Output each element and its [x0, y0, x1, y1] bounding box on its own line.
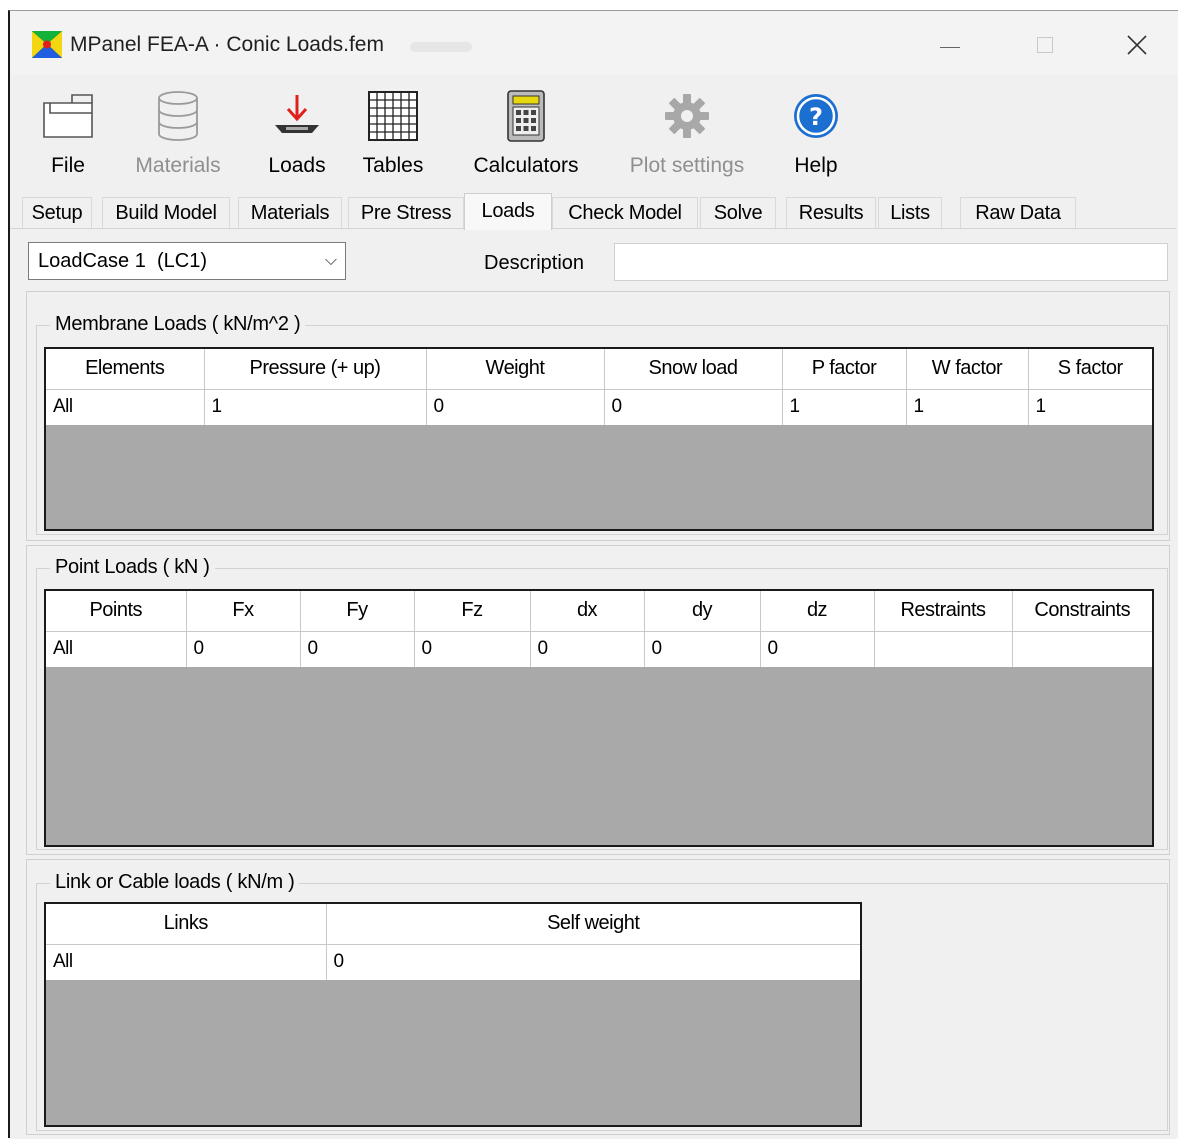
- table-cell[interactable]: 1: [906, 389, 1029, 425]
- column-header[interactable]: dz: [760, 591, 875, 632]
- table-cell[interactable]: 0: [644, 631, 761, 667]
- link-header-row: Links Self weight: [46, 904, 860, 945]
- table-cell[interactable]: 0: [604, 389, 783, 425]
- tab-pre-stress[interactable]: Pre Stress: [348, 197, 464, 229]
- loads-arrow-icon: [275, 95, 319, 133]
- tab-build-model[interactable]: Build Model: [102, 197, 230, 229]
- table-cell[interactable]: 1: [1028, 389, 1152, 425]
- link-grid[interactable]: Links Self weight All 0: [44, 902, 862, 1127]
- tab-lists[interactable]: Lists: [878, 197, 942, 229]
- column-header[interactable]: Points: [46, 591, 187, 632]
- help-label: Help: [794, 154, 838, 177]
- table-cell[interactable]: 0: [414, 631, 531, 667]
- svg-text:?: ?: [809, 103, 823, 131]
- tab-solve[interactable]: Solve: [700, 197, 776, 229]
- tab-results[interactable]: Results: [786, 197, 876, 229]
- point-grid[interactable]: Points Fx Fy Fz dx dy dz Restraints Cons…: [44, 589, 1154, 847]
- table-cell[interactable]: All: [46, 944, 327, 980]
- column-header[interactable]: W factor: [906, 349, 1029, 390]
- loadcase-value: LoadCase 1 (LC1): [38, 250, 207, 272]
- description-input[interactable]: [614, 243, 1168, 281]
- gear-icon: [665, 94, 709, 138]
- app-logo-icon: [32, 31, 62, 58]
- table-cell[interactable]: 0: [186, 631, 301, 667]
- column-header[interactable]: Fz: [414, 591, 531, 632]
- folder-icon: [43, 94, 93, 138]
- app-window: MPanel FEA-A · Conic Loads.fem File Mate…: [8, 10, 1178, 1139]
- point-header-row: Points Fx Fy Fz dx dy dz Restraints Cons…: [46, 591, 1152, 632]
- calculator-icon: [507, 90, 545, 142]
- table-cell[interactable]: 0: [300, 631, 415, 667]
- table-cell[interactable]: 0: [530, 631, 645, 667]
- column-header[interactable]: P factor: [782, 349, 907, 390]
- tab-check-model[interactable]: Check Model: [552, 197, 698, 229]
- column-header[interactable]: Elements: [46, 349, 205, 390]
- database-icon: [158, 91, 198, 141]
- calculators-button[interactable]: Calculators: [466, 87, 586, 178]
- table-row: All 0 0 0 0 0 0: [46, 631, 1152, 667]
- plot-settings-label: Plot settings: [629, 154, 745, 177]
- help-question-icon: ?: [794, 94, 838, 138]
- file-label: File: [51, 154, 85, 177]
- title-bar: MPanel FEA-A · Conic Loads.fem: [10, 11, 1178, 75]
- loads-label: Loads: [268, 154, 326, 177]
- tab-raw-data[interactable]: Raw Data: [960, 197, 1076, 229]
- point-group-title: Point Loads ( kN ): [50, 556, 215, 579]
- plot-settings-button[interactable]: Plot settings: [622, 87, 752, 178]
- column-header[interactable]: Constraints: [1012, 591, 1152, 632]
- table-row: All 1 0 0 1 1 1: [46, 389, 1152, 425]
- close-button[interactable]: [1117, 27, 1157, 63]
- close-icon: [1127, 35, 1147, 55]
- table-row: All 0: [46, 944, 860, 980]
- tab-setup[interactable]: Setup: [22, 197, 92, 229]
- loads-page: LoadCase 1 (LC1) ⌵ Description Membrane …: [10, 228, 1176, 1139]
- loadcase-select[interactable]: LoadCase 1 (LC1) ⌵: [28, 242, 346, 280]
- column-header[interactable]: Fy: [300, 591, 415, 632]
- tab-loads[interactable]: Loads: [464, 193, 552, 230]
- table-cell[interactable]: 1: [204, 389, 427, 425]
- tables-label: Tables: [362, 154, 424, 177]
- table-cell[interactable]: [874, 631, 1013, 667]
- membrane-group-title: Membrane Loads ( kN/m^2 ): [50, 313, 306, 336]
- chevron-down-icon: ⌵: [324, 252, 337, 269]
- column-header[interactable]: Weight: [426, 349, 605, 390]
- calculators-label: Calculators: [473, 154, 579, 177]
- maximize-button[interactable]: [1025, 27, 1065, 63]
- tab-strip: Setup Build Model Materials Pre Stress L…: [10, 193, 1178, 230]
- column-header[interactable]: Snow load: [604, 349, 783, 390]
- tab-materials[interactable]: Materials: [238, 197, 342, 229]
- column-header[interactable]: Pressure (+ up): [204, 349, 427, 390]
- membrane-grid[interactable]: Elements Pressure (+ up) Weight Snow loa…: [44, 347, 1154, 531]
- loads-button[interactable]: Loads: [262, 87, 332, 178]
- column-header[interactable]: dy: [644, 591, 761, 632]
- table-cell[interactable]: [1012, 631, 1152, 667]
- column-header[interactable]: Self weight: [326, 904, 860, 945]
- column-header[interactable]: S factor: [1028, 349, 1152, 390]
- membrane-header-row: Elements Pressure (+ up) Weight Snow loa…: [46, 349, 1152, 390]
- tables-button[interactable]: Tables: [358, 87, 428, 178]
- main-toolbar: File Materials Loads Tables Calculators …: [10, 75, 1178, 193]
- materials-label: Materials: [135, 154, 221, 177]
- column-header[interactable]: Restraints: [874, 591, 1013, 632]
- help-button[interactable]: ? Help: [788, 87, 844, 178]
- title-blur-decoration: [410, 42, 472, 52]
- maximize-icon: [1037, 37, 1053, 53]
- column-header[interactable]: dx: [530, 591, 645, 632]
- description-label: Description: [484, 252, 585, 274]
- table-cell[interactable]: 0: [760, 631, 875, 667]
- table-cell[interactable]: 0: [326, 944, 860, 980]
- minimize-icon: [940, 46, 960, 48]
- link-group-title: Link or Cable loads ( kN/m ): [50, 871, 300, 894]
- table-cell[interactable]: 0: [426, 389, 605, 425]
- window-title: MPanel FEA-A · Conic Loads.fem: [70, 33, 384, 56]
- column-header[interactable]: Links: [46, 904, 327, 945]
- table-cell[interactable]: 1: [782, 389, 907, 425]
- table-grid-icon: [368, 91, 418, 141]
- table-cell[interactable]: All: [46, 389, 205, 425]
- file-button[interactable]: File: [40, 87, 96, 178]
- minimize-button[interactable]: [930, 27, 970, 63]
- column-header[interactable]: Fx: [186, 591, 301, 632]
- table-cell[interactable]: All: [46, 631, 187, 667]
- materials-button[interactable]: Materials: [128, 87, 228, 178]
